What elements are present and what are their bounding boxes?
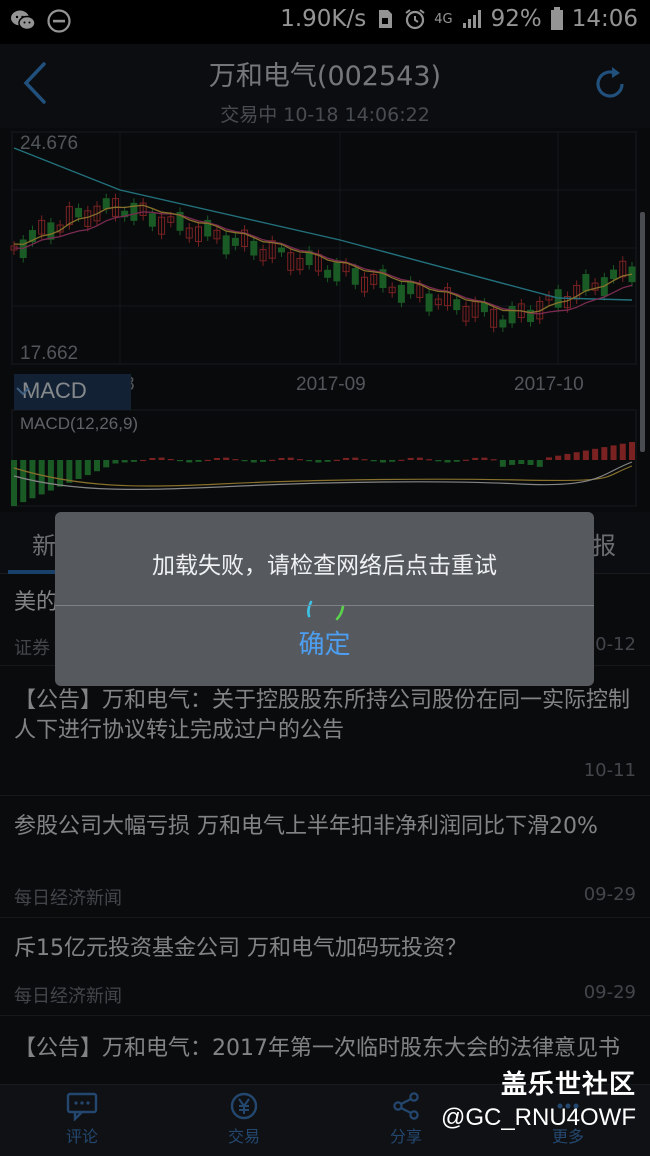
error-dialog: 加载失败，请检查网络后点击重试 确定 — [55, 512, 594, 686]
watermark-title: 盖乐世社区 — [500, 1070, 636, 1100]
watermark-user: @GC_RNU4OWF — [440, 1104, 636, 1131]
dialog-message: 加载失败，请检查网络后点击重试 — [152, 553, 497, 579]
loading-spinner-icon — [307, 600, 345, 621]
confirm-button[interactable]: 确定 — [55, 624, 594, 661]
dialog-divider — [55, 605, 594, 606]
